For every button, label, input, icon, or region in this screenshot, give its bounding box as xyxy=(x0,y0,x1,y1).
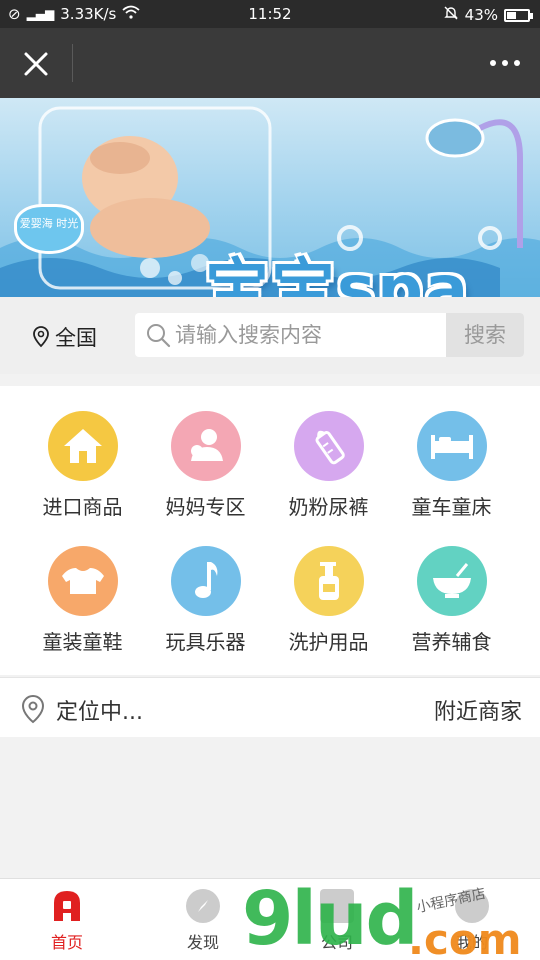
category-label: 奶粉尿裤 xyxy=(288,495,369,519)
battery-icon xyxy=(504,8,533,22)
search-button[interactable]: 搜索 xyxy=(446,313,524,357)
compass-icon xyxy=(186,889,220,923)
category-mother-zone[interactable]: 妈妈专区 xyxy=(144,411,267,520)
baby-bottle-icon xyxy=(293,411,364,481)
category-strollers-cribs[interactable]: 童车童床 xyxy=(390,411,513,520)
home-icon xyxy=(50,889,84,923)
category-label: 妈妈专区 xyxy=(165,495,246,519)
category-care-products[interactable]: 洗护用品 xyxy=(267,546,390,655)
tab-home[interactable]: 首页 xyxy=(22,889,112,953)
location-pin-icon xyxy=(33,326,49,348)
mute-bell-icon xyxy=(443,5,459,25)
banner-title: 宝宝spa xyxy=(205,253,471,297)
tab-label: 首页 xyxy=(50,933,83,952)
search-input[interactable] xyxy=(175,313,443,357)
clothes-icon xyxy=(47,546,118,616)
category-label: 玩具乐器 xyxy=(165,630,246,654)
close-button[interactable] xyxy=(18,46,54,82)
location-row[interactable]: 定位中... 附近商家 xyxy=(0,677,540,737)
search-box: 搜索 xyxy=(135,313,524,357)
title-divider xyxy=(72,44,73,82)
watermark-domain: .com xyxy=(408,915,522,960)
crib-icon xyxy=(416,411,487,481)
category-label: 进口商品 xyxy=(42,495,123,519)
region-selector[interactable]: 全国 xyxy=(32,322,97,352)
category-toys-instruments[interactable]: 玩具乐器 xyxy=(144,546,267,655)
category-kids-clothes[interactable]: 童装童鞋 xyxy=(21,546,144,655)
house-icon xyxy=(47,411,118,481)
region-label: 全国 xyxy=(55,326,97,350)
more-button[interactable] xyxy=(488,54,522,72)
nearby-merchants-link[interactable]: 附近商家 xyxy=(434,694,522,726)
music-note-icon xyxy=(170,546,241,616)
search-row: 全国 搜索 xyxy=(0,297,540,374)
category-imported-goods[interactable]: 进口商品 xyxy=(21,411,144,520)
status-bar: ⊘ ▂▄▆ 3.33K/s 11:52 43% xyxy=(0,0,540,28)
category-label: 童装童鞋 xyxy=(42,630,123,654)
location-pin-icon xyxy=(21,694,45,724)
mother-icon xyxy=(170,411,241,481)
battery-percent: 43% xyxy=(464,6,498,24)
category-label: 童车童床 xyxy=(411,495,492,519)
category-label: 洗护用品 xyxy=(288,630,369,654)
search-icon xyxy=(147,324,171,348)
category-label: 营养辅食 xyxy=(411,630,492,654)
category-nutrition-food[interactable]: 营养辅食 xyxy=(390,546,513,655)
watermark-logo: 9lud xyxy=(242,876,419,960)
banner-carousel[interactable]: 爱婴海 时光 宝宝spa xyxy=(0,98,540,297)
banner-logo: 爱婴海 时光 xyxy=(14,204,84,254)
category-grid: 进口商品 妈妈专区 奶粉尿裤 童车童床 童装童鞋 玩具乐器 洗护用品 营养辅食 xyxy=(0,386,540,675)
category-formula-diapers[interactable]: 奶粉尿裤 xyxy=(267,411,390,520)
food-bowl-icon xyxy=(416,546,487,616)
lotion-bottle-icon xyxy=(293,546,364,616)
close-icon xyxy=(24,52,48,76)
location-status: 定位中... xyxy=(56,700,143,725)
title-bar xyxy=(0,28,540,98)
tab-discover[interactable]: 发现 xyxy=(158,889,248,953)
tab-label: 发现 xyxy=(186,933,219,952)
more-dots-icon xyxy=(490,60,496,66)
status-right: 43% xyxy=(443,5,533,25)
